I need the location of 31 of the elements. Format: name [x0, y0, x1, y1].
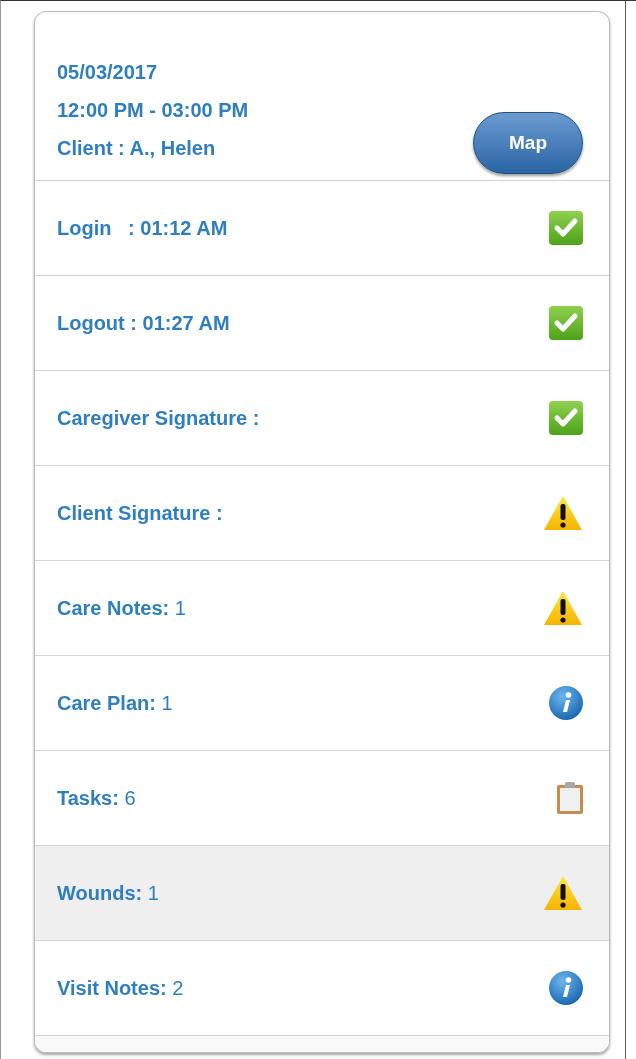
visit-item[interactable]: Client Signature : — [35, 466, 609, 561]
item-label: Client Signature : — [57, 501, 223, 525]
visit-item[interactable]: Care Plan: 1 — [35, 656, 609, 751]
visit-item[interactable]: Visit Notes: 2 — [35, 941, 609, 1036]
info-icon — [549, 686, 583, 720]
client-name: Client : A., Helen — [57, 137, 217, 160]
visit-item[interactable]: Tasks: 6 — [35, 751, 609, 846]
warning-icon — [543, 590, 583, 626]
check-icon — [549, 211, 583, 245]
visit-item[interactable]: Wounds: 1 — [35, 846, 609, 941]
item-label: Visit Notes: 2 — [57, 976, 184, 1000]
warning-icon — [543, 875, 583, 911]
item-label: Care Notes: 1 — [57, 596, 186, 620]
check-icon — [549, 306, 583, 340]
item-label: Care Plan: 1 — [57, 691, 173, 715]
check-icon — [549, 401, 583, 435]
visit-item[interactable]: Caregiver Signature : — [35, 371, 609, 466]
item-label: Caregiver Signature : — [57, 406, 260, 430]
map-button[interactable]: Map — [473, 112, 583, 174]
clipboard-icon — [557, 782, 583, 814]
warning-icon — [543, 495, 583, 531]
visit-item[interactable]: Care Notes: 1 — [35, 561, 609, 656]
visit-date: 05/03/2017 — [57, 61, 159, 84]
item-label: Login : 01:12 AM — [57, 216, 228, 240]
item-label: Tasks: 6 — [57, 786, 136, 810]
visit-time: 12:00 PM - 03:00 PM — [57, 99, 249, 122]
visit-item[interactable]: Login : 01:12 AM — [35, 181, 609, 276]
info-icon — [549, 971, 583, 1005]
item-label: Wounds: 1 — [57, 881, 159, 905]
visit-item[interactable]: Logout : 01:27 AM — [35, 276, 609, 371]
item-label: Logout : 01:27 AM — [57, 311, 230, 335]
